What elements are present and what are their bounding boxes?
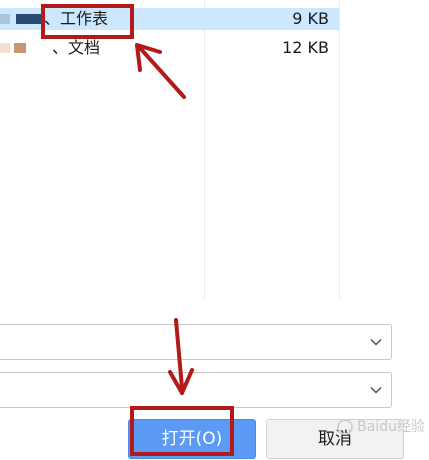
paw-icon <box>337 419 354 435</box>
watermark: Baidu经验 <box>337 416 425 436</box>
annotation-arrow-to-file <box>135 43 186 99</box>
watermark-text: Baidu经验 <box>357 419 425 435</box>
annotation-arrows <box>135 43 194 395</box>
annotation-arrow-to-open-button <box>168 318 194 395</box>
